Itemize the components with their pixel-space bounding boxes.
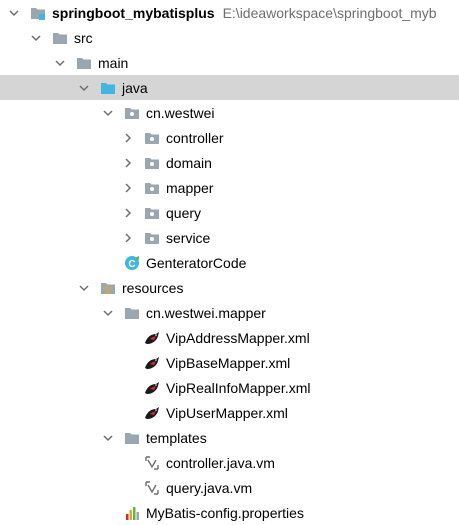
chevron-down-icon[interactable]	[78, 82, 90, 94]
tree-label-vm: query.java.vm	[166, 479, 253, 496]
folder-icon	[52, 30, 68, 46]
tree-row-resources[interactable]: resources	[0, 275, 459, 300]
mybatis-bird-icon	[144, 355, 160, 371]
tree-label-xml: VipAddressMapper.xml	[166, 329, 310, 346]
tree-label-mapper-folder: cn.westwei.mapper	[146, 304, 266, 321]
module-folder-icon	[30, 5, 46, 21]
chevron-down-icon[interactable]	[30, 32, 42, 44]
source-folder-icon	[100, 80, 116, 96]
tree-label-templates: templates	[146, 429, 207, 446]
package-icon	[144, 180, 160, 196]
folder-icon	[124, 305, 140, 321]
tree-row-xml-file[interactable]: VipRealInfoMapper.xml	[0, 375, 459, 400]
tree-label-src: src	[74, 29, 93, 46]
tree-row-package[interactable]: cn.westwei	[0, 100, 459, 125]
tree-row-xml-file[interactable]: VipUserMapper.xml	[0, 400, 459, 425]
package-icon	[144, 130, 160, 146]
properties-file-icon	[124, 505, 140, 521]
mybatis-bird-icon	[144, 405, 160, 421]
tree-label-properties: MyBatis-config.properties	[146, 504, 304, 521]
tree-label-domain: domain	[166, 154, 212, 171]
tree-row-java[interactable]: java	[0, 75, 459, 100]
tree-row-mapper-folder[interactable]: cn.westwei.mapper	[0, 300, 459, 325]
tree-label-package: cn.westwei	[146, 104, 215, 121]
tree-label-service: service	[166, 229, 211, 246]
tree-label-main: main	[98, 54, 129, 71]
mybatis-bird-icon	[144, 330, 160, 346]
tree-row-generator[interactable]: C GenteratorCode	[0, 250, 459, 275]
chevron-down-icon[interactable]	[8, 7, 20, 19]
tree-row-service[interactable]: service	[0, 225, 459, 250]
velocity-template-icon	[144, 455, 160, 471]
package-icon	[144, 205, 160, 221]
chevron-right-icon[interactable]	[122, 157, 134, 169]
tree-row-vm-file[interactable]: controller.java.vm	[0, 450, 459, 475]
tree-row-controller[interactable]: controller	[0, 125, 459, 150]
resources-folder-icon	[100, 280, 116, 296]
package-icon	[144, 230, 160, 246]
tree-label-java: java	[122, 79, 148, 96]
tree-row-properties[interactable]: MyBatis-config.properties	[0, 500, 459, 525]
tree-label-vm: controller.java.vm	[166, 454, 275, 471]
tree-row-project[interactable]: springboot_mybatisplus E:\ideaworkspace\…	[0, 0, 459, 25]
chevron-down-icon[interactable]	[54, 57, 66, 69]
package-icon	[124, 105, 140, 121]
tree-label-xml: VipUserMapper.xml	[166, 404, 288, 421]
tree-label-xml: VipRealInfoMapper.xml	[166, 379, 311, 396]
tree-label-mapper: mapper	[166, 179, 214, 196]
chevron-down-icon[interactable]	[102, 432, 114, 444]
tree-label-generator: GenteratorCode	[146, 254, 247, 271]
java-class-icon: C	[124, 255, 140, 271]
chevron-right-icon[interactable]	[122, 232, 134, 244]
folder-icon	[76, 55, 92, 71]
chevron-down-icon[interactable]	[102, 107, 114, 119]
tree-label-resources: resources	[122, 279, 184, 296]
chevron-down-icon[interactable]	[102, 307, 114, 319]
project-path: E:\ideaworkspace\springboot_myb	[222, 4, 437, 21]
project-name: springboot_mybatisplus	[52, 4, 215, 21]
tree-row-xml-file[interactable]: VipAddressMapper.xml	[0, 325, 459, 350]
tree-label-controller: controller	[166, 129, 224, 146]
tree-row-domain[interactable]: domain	[0, 150, 459, 175]
chevron-right-icon[interactable]	[122, 207, 134, 219]
chevron-right-icon[interactable]	[122, 132, 134, 144]
tree-label-query: query	[166, 204, 202, 221]
mybatis-bird-icon	[144, 380, 160, 396]
folder-icon	[124, 430, 140, 446]
package-icon	[144, 155, 160, 171]
velocity-template-icon	[144, 480, 160, 496]
tree-row-vm-file[interactable]: query.java.vm	[0, 475, 459, 500]
tree-row-mapper[interactable]: mapper	[0, 175, 459, 200]
tree-row-query[interactable]: query	[0, 200, 459, 225]
chevron-down-icon[interactable]	[78, 282, 90, 294]
tree-row-src[interactable]: src	[0, 25, 459, 50]
tree-row-templates[interactable]: templates	[0, 425, 459, 450]
chevron-right-icon[interactable]	[122, 182, 134, 194]
tree-row-xml-file[interactable]: VipBaseMapper.xml	[0, 350, 459, 375]
tree-row-main[interactable]: main	[0, 50, 459, 75]
svg-text:C: C	[128, 259, 135, 270]
tree-label-xml: VipBaseMapper.xml	[166, 354, 291, 371]
